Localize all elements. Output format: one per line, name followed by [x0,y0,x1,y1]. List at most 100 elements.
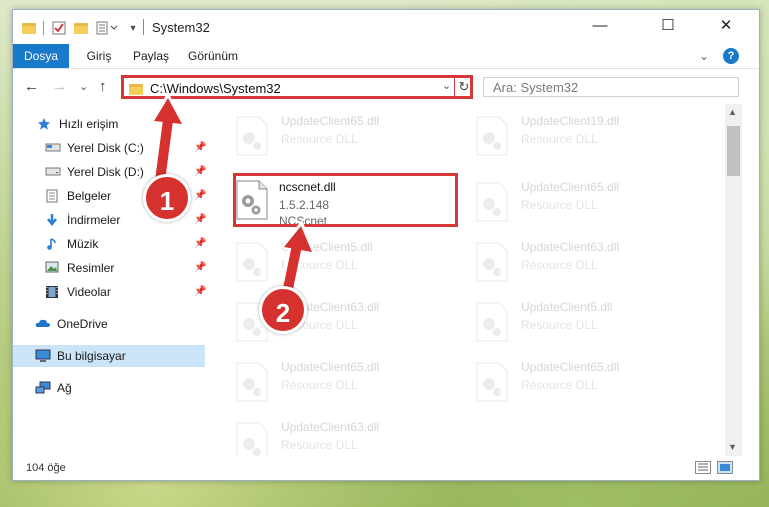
file-tile[interactable]: UpdateClient65.dll Resource DLL [213,354,413,406]
vertical-scrollbar[interactable]: ▲ ▼ [725,104,742,456]
details-view-icon[interactable] [695,461,711,474]
dll-file-icon [236,362,268,402]
navigation-bar: ← → ⌄ ↑ C:\Windows\System32 ⌄ ↻ Ara: Sys… [13,70,759,104]
sidebar-item-label: OneDrive [57,317,108,331]
new-folder-icon[interactable] [73,20,89,36]
tab-view[interactable]: Görünüm [185,44,241,68]
folder-icon [129,84,143,95]
sidebar-item-label: Müzik [67,237,99,251]
pin-icon: 📌 [194,214,207,225]
sidebar-item-quick-access[interactable]: Hızlı erişim [13,113,205,135]
pictures-icon [45,261,61,275]
file-name: UpdateClient5.dll [521,300,613,314]
file-type: Resource DLL [281,438,358,452]
drive-icon [45,165,61,179]
file-tile[interactable]: UpdateClient63.dll Resource DLL [453,234,653,286]
sidebar-item-network[interactable]: Ağ [13,377,205,399]
network-icon [35,381,51,395]
dll-file-icon [236,242,268,282]
pin-icon: 📌 [194,262,207,273]
file-name: UpdateClient65.dll [281,360,380,374]
maximize-button[interactable]: ☐ [645,10,691,40]
scroll-down-icon[interactable]: ▼ [728,442,737,452]
ribbon-expand-icon[interactable]: ⌄ [697,44,711,68]
file-type: Resource DLL [521,378,598,392]
file-type: Resource DLL [521,198,598,212]
properties-icon[interactable] [51,20,67,36]
dll-file-icon [476,116,508,156]
forward-icon[interactable]: → [52,78,67,95]
qa-separator [43,21,44,35]
help-icon[interactable]: ? [723,48,739,64]
address-dropdown-icon[interactable]: ⌄ [442,79,451,92]
file-tile[interactable]: UpdateClient5.dll Resource DLL [213,234,413,286]
refresh-icon[interactable]: ↻ [454,77,473,97]
dll-file-icon [476,362,508,402]
item-count: 104 öğe [26,462,66,474]
file-tile[interactable]: UpdateClient5.dll Resource DLL [453,294,653,346]
sidebar-item-label: İndirmeler [67,213,121,227]
file-type: Resource DLL [281,132,358,146]
dll-file-icon [476,302,508,342]
sidebar-item-label: Bu bilgisayar [57,349,126,363]
scroll-thumb[interactable] [727,126,740,176]
file-tile[interactable]: UpdateClient65.dll Resource DLL [213,108,413,160]
up-icon[interactable]: ↑ [99,78,107,95]
sidebar-item-pictures[interactable]: Resimler 📌 [13,257,207,279]
sidebar-item-label: Yerel Disk (C:) [67,141,144,155]
file-name: UpdateClient5.dll [281,240,373,254]
file-type: Resource DLL [281,378,358,392]
file-name: UpdateClient19.dll [521,114,620,128]
videos-icon [45,285,61,299]
sidebar-item-local-disk-c[interactable]: Yerel Disk (C:) 📌 [13,137,207,159]
sidebar-item-this-pc[interactable]: Bu bilgisayar [13,345,205,367]
pin-icon: 📌 [194,286,207,297]
computer-icon [35,349,51,363]
sidebar-item-label: Hızlı erişim [59,117,119,131]
file-tile[interactable]: UpdateClient65.dll Resource DLL [453,354,653,406]
file-name: UpdateClient65.dll [281,114,380,128]
quick-access-dropdown-icon[interactable]: ▾ [125,20,141,36]
tab-home[interactable]: Giriş [79,44,119,68]
pin-icon: 📌 [194,166,207,177]
minimize-button[interactable]: — [577,10,623,40]
sidebar-item-music[interactable]: Müzik 📌 [13,233,207,255]
file-type: Resource DLL [521,258,598,272]
title-separator [143,19,144,35]
large-icons-view-icon[interactable] [717,461,733,474]
file-tile[interactable]: UpdateClient65.dll Resource DLL [453,174,653,226]
window-title: System32 [152,20,210,35]
pin-icon: 📌 [194,190,207,201]
ribbon-tabs: Dosya Giriş Paylaş Görünüm ⌄ ? [13,44,759,69]
pin-icon: 📌 [194,238,207,249]
back-icon[interactable]: ← [24,78,39,95]
address-path[interactable]: C:\Windows\System32 [150,81,281,96]
cloud-icon [35,317,51,331]
file-type: Resource DLL [281,258,358,272]
customize-toolbar-icon[interactable] [95,20,121,36]
file-type: Resource DLL [521,318,598,332]
file-highlight-box [233,173,458,227]
explorer-window: ▾ System32 — ☐ ✕ Dosya Giriş Paylaş Görü… [12,9,760,481]
address-bar[interactable]: C:\Windows\System32 ⌄ ↻ [121,75,473,99]
sidebar-item-label: Videolar [67,285,111,299]
step-1-badge: 1 [143,174,191,222]
dll-file-icon [476,242,508,282]
pin-icon: 📌 [194,142,207,153]
file-tile[interactable]: UpdateClient63.dll Resource DLL [213,294,413,346]
recent-locations-icon[interactable]: ⌄ [79,80,88,93]
sidebar-item-videos[interactable]: Videolar 📌 [13,281,207,303]
close-button[interactable]: ✕ [703,10,749,40]
search-input[interactable]: Ara: System32 [483,77,739,97]
sidebar-item-label: Ağ [57,381,72,395]
file-tile[interactable]: UpdateClient19.dll Resource DLL [453,108,653,160]
file-name: UpdateClient65.dll [521,180,620,194]
sidebar-item-label: Resimler [67,261,115,275]
search-placeholder: Ara: System32 [493,80,579,95]
tab-file[interactable]: Dosya [13,44,69,68]
tab-share[interactable]: Paylaş [127,44,175,68]
scroll-up-icon[interactable]: ▲ [728,107,737,117]
documents-icon [45,189,61,203]
file-tile[interactable]: UpdateClient63.dll Resource DLL [213,414,413,456]
sidebar-item-onedrive[interactable]: OneDrive [13,313,205,335]
